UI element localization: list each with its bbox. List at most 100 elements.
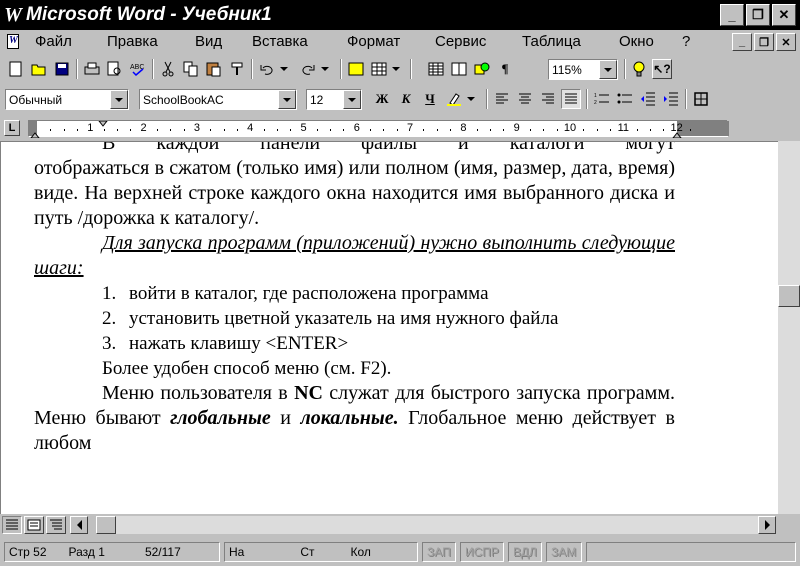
- font-combo[interactable]: SchoolBookAC: [139, 89, 297, 110]
- format-painter-icon[interactable]: [227, 59, 247, 79]
- ruler-tick: [636, 129, 638, 131]
- columns-icon[interactable]: [449, 59, 469, 79]
- doc-restore-button[interactable]: ❐: [754, 33, 774, 51]
- ruler-tick: [436, 129, 438, 131]
- decrease-indent-icon[interactable]: [638, 89, 658, 109]
- vertical-scroll-thumb[interactable]: [778, 285, 800, 307]
- menu-edit[interactable]: Правка: [107, 33, 158, 50]
- window-title: Microsoft Word - Учебник1: [26, 4, 272, 25]
- doc-minimize-button[interactable]: _: [732, 33, 752, 51]
- word-logo-icon: W: [4, 3, 22, 26]
- highlight-dropdown-icon[interactable]: [464, 89, 478, 109]
- zoom-dropdown-icon[interactable]: [599, 60, 617, 79]
- menu-file[interactable]: Файл: [35, 33, 72, 50]
- ruler-tick: [130, 129, 132, 131]
- ruler-tick: [210, 129, 212, 131]
- new-document-icon[interactable]: [6, 59, 26, 79]
- align-right-icon[interactable]: [538, 89, 558, 109]
- align-left-icon[interactable]: [492, 89, 512, 109]
- spelling-icon[interactable]: ABC: [128, 59, 148, 79]
- insert-address-icon[interactable]: [346, 59, 366, 79]
- italic-button[interactable]: К: [396, 89, 416, 109]
- status-record[interactable]: ЗАП: [422, 542, 456, 562]
- style-combo[interactable]: Обычный: [5, 89, 129, 110]
- horizontal-scroll-thumb[interactable]: [96, 516, 116, 534]
- menu-insert[interactable]: Вставка: [252, 33, 308, 50]
- align-center-icon[interactable]: [515, 89, 535, 109]
- insert-worksheet-icon[interactable]: [426, 59, 446, 79]
- status-track-changes[interactable]: ИСПР: [460, 542, 504, 562]
- list-item: 3. нажать клавишу <ENTER>: [102, 331, 675, 356]
- outline-view-icon[interactable]: [46, 516, 66, 534]
- ruler-strip[interactable]: 1 2 3 4 5 6 7 8 9 10 11 12: [28, 120, 729, 138]
- ruler-number: 2: [140, 122, 147, 134]
- close-button[interactable]: ✕: [772, 4, 796, 26]
- document-text[interactable]: В каждой панели файлы и каталоги могут о…: [34, 142, 675, 456]
- ruler-tick: [423, 129, 425, 131]
- undo-icon[interactable]: [257, 59, 277, 79]
- tip-wizard-icon[interactable]: [629, 59, 649, 79]
- svg-text:2: 2: [594, 100, 597, 106]
- restore-button[interactable]: ❐: [746, 4, 770, 26]
- help-pointer-icon[interactable]: ↖?: [652, 59, 672, 79]
- bold-button[interactable]: Ж: [372, 89, 392, 109]
- print-preview-icon[interactable]: [105, 59, 125, 79]
- menu-view[interactable]: Вид: [195, 33, 222, 50]
- zoom-combo[interactable]: 115%: [548, 59, 618, 80]
- paste-icon[interactable]: [204, 59, 224, 79]
- font-dropdown-icon[interactable]: [278, 90, 296, 109]
- numbering-icon[interactable]: 12: [592, 89, 612, 109]
- status-extend[interactable]: ВДЛ: [508, 542, 542, 562]
- horizontal-scroll-track[interactable]: [114, 516, 758, 534]
- horizontal-scrollbar[interactable]: [0, 514, 778, 536]
- doc-close-button[interactable]: ✕: [776, 33, 796, 51]
- font-size-dropdown-icon[interactable]: [343, 90, 361, 109]
- bullets-icon[interactable]: [615, 89, 635, 109]
- table-dropdown-icon[interactable]: [389, 59, 403, 79]
- menu-table[interactable]: Таблица: [522, 33, 581, 50]
- show-hide-icon[interactable]: ¶: [495, 59, 515, 79]
- drawing-icon[interactable]: [472, 59, 492, 79]
- list-number: 2.: [102, 308, 117, 329]
- vertical-scrollbar[interactable]: [778, 141, 800, 514]
- scroll-right-button[interactable]: [758, 516, 776, 534]
- increase-indent-icon[interactable]: [661, 89, 681, 109]
- copy-icon[interactable]: [181, 59, 201, 79]
- minimize-button[interactable]: _: [720, 4, 744, 26]
- underline-button[interactable]: Ч: [420, 89, 440, 109]
- page-layout-view-icon[interactable]: [24, 516, 44, 534]
- document-area[interactable]: В каждой панели файлы и каталоги могут о…: [0, 141, 778, 514]
- tab-selector[interactable]: L: [4, 120, 20, 136]
- font-size-combo[interactable]: 12: [306, 89, 362, 110]
- text-run: и: [270, 407, 301, 429]
- justify-icon[interactable]: [561, 89, 581, 109]
- menu-tools[interactable]: Сервис: [435, 33, 486, 50]
- menu-format[interactable]: Формат: [347, 33, 400, 50]
- cut-icon[interactable]: [158, 59, 178, 79]
- insert-table-icon[interactable]: [369, 59, 389, 79]
- ruler-tick: [343, 129, 345, 131]
- ruler-tick: [583, 129, 585, 131]
- ruler-tick: [543, 129, 545, 131]
- status-section: Разд 1: [68, 545, 105, 559]
- normal-view-icon[interactable]: [2, 516, 22, 534]
- scroll-left-button[interactable]: [70, 516, 88, 534]
- ruler[interactable]: L 1 2 3 4 5 6 7 8 9 10 11 12: [0, 116, 800, 140]
- borders-icon[interactable]: [691, 89, 711, 109]
- status-overtype[interactable]: ЗАМ: [546, 542, 582, 562]
- ruler-tick: [170, 129, 172, 131]
- menu-help[interactable]: ?: [682, 33, 690, 50]
- menu-bar: W Файл Правка Вид Вставка Формат Сервис …: [0, 30, 800, 54]
- redo-icon[interactable]: [298, 59, 318, 79]
- print-icon[interactable]: [82, 59, 102, 79]
- menu-window[interactable]: Окно: [619, 33, 654, 50]
- redo-dropdown-icon[interactable]: [318, 59, 332, 79]
- list-number: 3.: [102, 333, 117, 354]
- document-icon[interactable]: W: [4, 32, 26, 52]
- highlight-icon[interactable]: [444, 89, 464, 109]
- undo-dropdown-icon[interactable]: [277, 59, 291, 79]
- save-disk-icon[interactable]: [52, 59, 72, 79]
- ruler-number: 4: [247, 122, 254, 134]
- style-dropdown-icon[interactable]: [110, 90, 128, 109]
- open-folder-icon[interactable]: [29, 59, 49, 79]
